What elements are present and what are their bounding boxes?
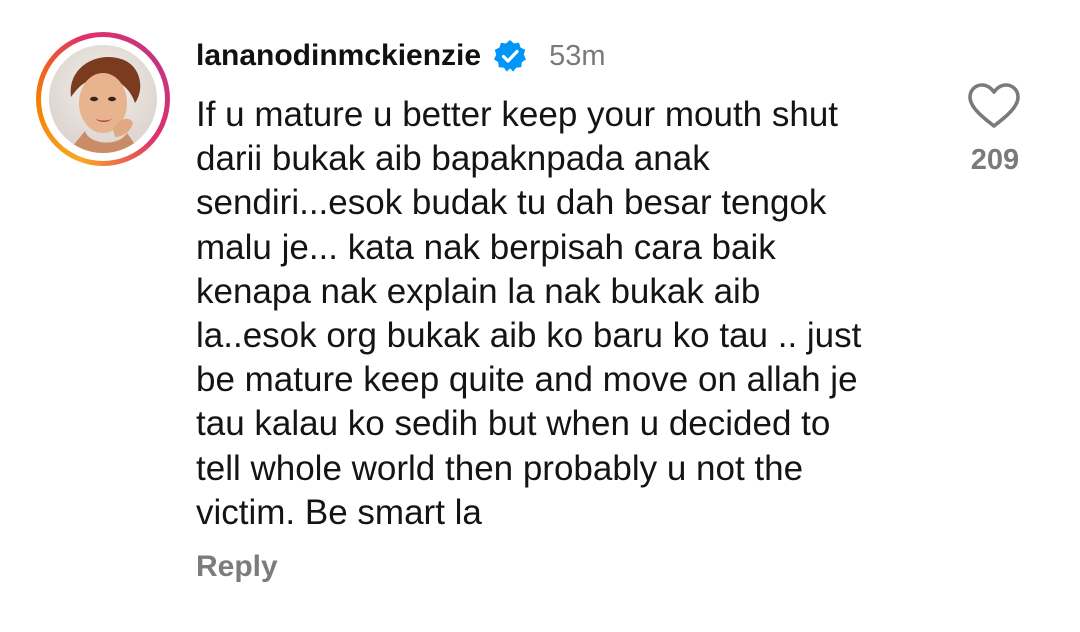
story-ring[interactable] (36, 32, 170, 166)
comment-item: lananodinmckienzie 53m If u mature u bet… (0, 0, 1080, 632)
reply-button[interactable]: Reply (196, 550, 278, 584)
like-button[interactable] (966, 82, 1022, 130)
avatar[interactable] (49, 45, 157, 153)
verified-badge-icon (493, 39, 527, 73)
like-count: 209 (970, 144, 1020, 176)
heart-outline-icon (968, 83, 1020, 128)
avatar-photo (49, 45, 157, 153)
comment-header: lananodinmckienzie 53m (196, 34, 606, 78)
username-link[interactable]: lananodinmckienzie (196, 39, 481, 73)
avatar-ring-gap (41, 37, 165, 161)
comment-timestamp: 53m (549, 39, 606, 72)
comment-text: If u mature u better keep your mouth shu… (196, 95, 862, 532)
